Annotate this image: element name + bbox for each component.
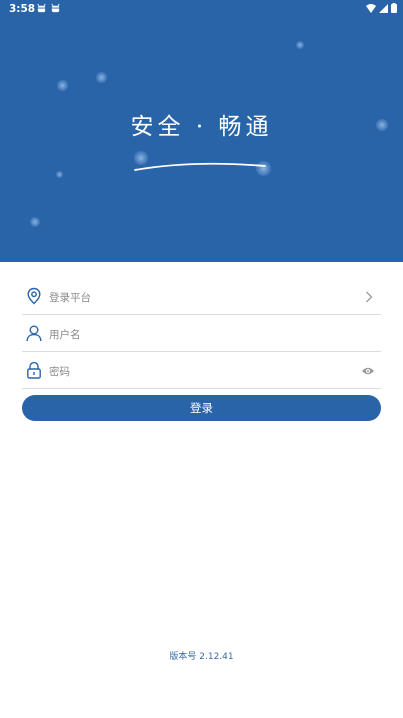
wifi-icon: [366, 3, 376, 13]
login-button[interactable]: 登录: [22, 395, 381, 421]
lock-icon: [27, 361, 41, 379]
platform-placeholder: 登录平台: [49, 292, 91, 304]
location-pin-icon: [27, 287, 41, 305]
password-field[interactable]: 密码: [22, 353, 381, 389]
bokeh-light: [56, 171, 63, 178]
bokeh-light: [30, 217, 40, 227]
battery-icon: [391, 3, 397, 13]
username-placeholder: 用户名: [49, 329, 81, 341]
bokeh-light: [296, 41, 304, 49]
username-field[interactable]: 用户名: [22, 316, 381, 352]
brand-title: 安全 · 畅通: [130, 114, 273, 140]
version-label: 版本号 2.12.41: [169, 652, 234, 662]
user-icon: [26, 325, 42, 342]
password-placeholder: 密码: [49, 366, 70, 378]
eye-icon[interactable]: [361, 366, 375, 376]
platform-field[interactable]: 登录平台: [22, 279, 381, 315]
bug-icon: [50, 3, 61, 13]
header-banner: 3:58 安全 · 畅通: [0, 0, 403, 262]
signal-icon: [379, 3, 388, 13]
bug-icon: [36, 3, 47, 13]
status-time: 3:58: [9, 3, 36, 15]
brand-swoosh: [134, 162, 266, 171]
chevron-right-icon[interactable]: [365, 291, 373, 303]
status-bar: 3:58: [0, 0, 403, 18]
bokeh-light: [57, 80, 68, 91]
bokeh-light: [96, 72, 107, 83]
system-icons: [366, 3, 397, 13]
